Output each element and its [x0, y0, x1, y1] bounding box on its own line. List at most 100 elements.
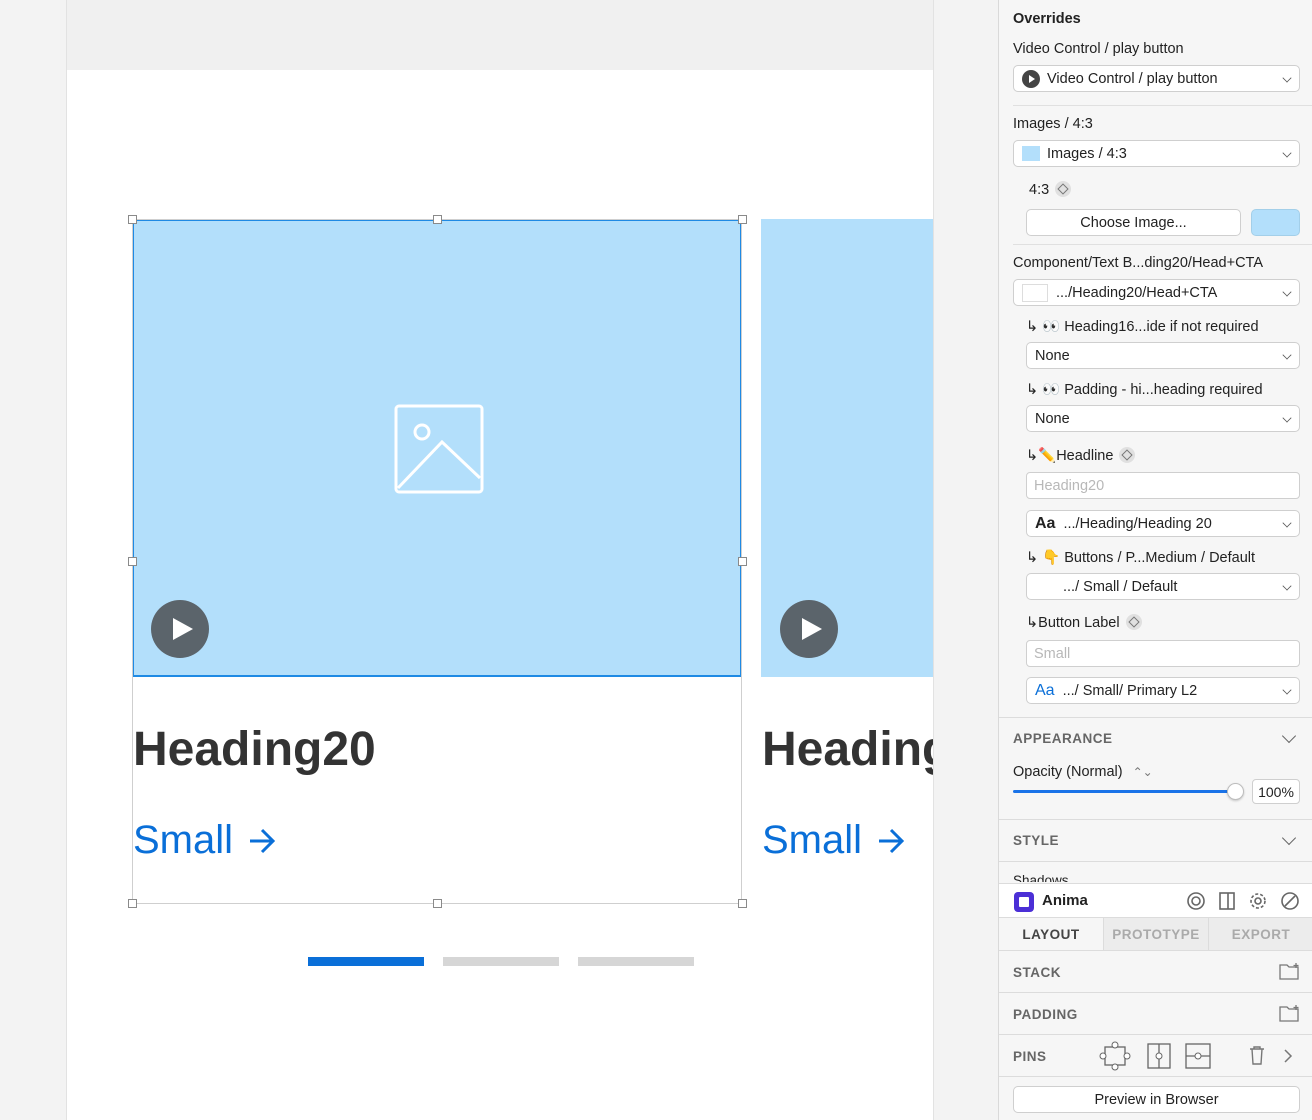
pin-vertical-icon[interactable] [1147, 1043, 1171, 1069]
play-button[interactable] [780, 600, 838, 658]
heading16-select[interactable]: None [1026, 342, 1300, 369]
headline-style-select[interactable]: Aa .../Heading/Heading 20 [1026, 510, 1300, 537]
chevron-right-icon[interactable] [1283, 1049, 1293, 1063]
card-cta-link[interactable]: Small [133, 818, 277, 863]
preview-in-browser-button[interactable]: Preview in Browser [1013, 1086, 1300, 1113]
resize-handle[interactable] [738, 899, 747, 908]
tab-layout[interactable]: LAYOUT [999, 918, 1103, 950]
padding-select[interactable]: None [1026, 405, 1300, 432]
style-header[interactable]: STYLE [1013, 833, 1059, 848]
select-value: .../ Small / Default [1063, 578, 1178, 595]
layers-icon [1119, 447, 1136, 464]
chevron-down-icon [1282, 685, 1292, 695]
arrow-right-icon [250, 828, 276, 853]
pin-horizontal-icon[interactable] [1185, 1043, 1211, 1069]
add-folder-icon[interactable] [1279, 1004, 1301, 1022]
resize-handle[interactable] [738, 215, 747, 224]
target-icon[interactable] [1186, 891, 1206, 911]
resize-handle[interactable] [433, 215, 442, 224]
video-control-select[interactable]: Video Control / play button [1013, 65, 1300, 92]
gear-icon[interactable] [1248, 891, 1268, 911]
cta-label: Small [762, 818, 863, 862]
chevron-down-icon [1282, 581, 1292, 591]
add-folder-icon[interactable] [1279, 962, 1301, 980]
opacity-label[interactable]: Opacity (Normal) ⌃⌄ [1013, 764, 1153, 780]
chevron-down-icon [1282, 148, 1292, 158]
appearance-header[interactable]: APPEARANCE [1013, 731, 1113, 746]
carousel-indicator-active[interactable] [308, 957, 424, 966]
stack-label: STACK [1013, 965, 1061, 980]
chevron-down-icon [1282, 413, 1292, 423]
image-swatch-icon [1022, 146, 1040, 161]
inspector-panel: Overrides Video Control / play button Vi… [998, 0, 1312, 1120]
pins-row: PINS [999, 1035, 1312, 1077]
anima-logo-icon [1014, 892, 1034, 912]
anima-tabs: LAYOUT PROTOTYPE EXPORT [999, 917, 1312, 951]
stack-row: STACK [999, 951, 1312, 993]
button-label-style-select[interactable]: Aa .../ Small/ Primary L2 [1026, 677, 1300, 704]
text-style-icon: Aa [1035, 681, 1055, 699]
play-icon [1022, 69, 1040, 88]
play-button[interactable] [151, 600, 209, 658]
buttons-label: ↳ 👇 Buttons / P...Medium / Default [1026, 550, 1256, 566]
anima-plugin-header: Anima [999, 883, 1312, 917]
artboard[interactable]: Heading20 Heading20 Small Small [66, 0, 934, 1120]
chevron-down-icon[interactable] [1281, 728, 1297, 744]
image-fill-swatch[interactable] [1251, 209, 1300, 236]
opacity-slider-track[interactable] [1013, 790, 1235, 793]
select-value: None [1035, 410, 1070, 427]
design-canvas[interactable]: Heading20 Heading20 Small Small [0, 0, 998, 1120]
card-cta-link[interactable]: Small [762, 818, 906, 863]
resize-handle[interactable] [128, 215, 137, 224]
arrow-right-icon [879, 828, 905, 853]
shadows-label: Shadows [1013, 873, 1069, 882]
ratio-text: 4:3 [1029, 182, 1050, 198]
buttons-select[interactable]: .../ Small / Default [1026, 573, 1300, 600]
disable-icon[interactable] [1280, 891, 1300, 911]
chevron-down-icon[interactable] [1281, 830, 1297, 846]
video-control-label: Video Control / play button [1013, 41, 1184, 57]
component-select[interactable]: .../Heading20/Head+CTA [1013, 279, 1300, 306]
opacity-slider-knob[interactable] [1227, 783, 1244, 800]
ratio-label: 4:3 [1029, 181, 1072, 198]
heading16-label: ↳ 👀 Heading16...ide if not required [1026, 319, 1259, 335]
button-thumbnail-icon [1035, 580, 1055, 593]
card-heading: Heading20 [762, 723, 933, 776]
tab-prototype[interactable]: PROTOTYPE [1103, 918, 1208, 950]
tab-export[interactable]: EXPORT [1208, 918, 1312, 950]
chevron-down-icon [1282, 287, 1292, 297]
resize-handle[interactable] [128, 899, 137, 908]
stepper-icon: ⌃⌄ [1132, 765, 1153, 779]
select-value: Images / 4:3 [1047, 145, 1127, 162]
button-label-row: ↳Button Label [1026, 614, 1142, 631]
component-label: Component/Text B...ding20/Head+CTA [1013, 255, 1263, 271]
select-value: .../Heading20/Head+CTA [1056, 284, 1218, 301]
pin-all-icon[interactable] [1099, 1041, 1131, 1071]
button-label-label: ↳Button Label [1026, 615, 1120, 631]
anima-title: Anima [1042, 892, 1088, 909]
button-label-input[interactable]: Small [1026, 640, 1300, 667]
select-value: Video Control / play button [1047, 70, 1218, 87]
overrides-title: Overrides [1013, 11, 1081, 27]
images-select[interactable]: Images / 4:3 [1013, 140, 1300, 167]
carousel-indicator[interactable] [578, 957, 694, 966]
pins-label: PINS [1013, 1049, 1047, 1064]
component-thumbnail-icon [1022, 283, 1048, 302]
carousel-indicator[interactable] [443, 957, 559, 966]
layers-icon [1055, 181, 1072, 198]
resize-handle[interactable] [433, 899, 442, 908]
resize-handle[interactable] [128, 557, 137, 566]
panel-layout-icon[interactable] [1217, 891, 1237, 911]
cta-label: Small [133, 818, 234, 862]
trash-icon[interactable] [1248, 1045, 1266, 1065]
padding-row: PADDING [999, 993, 1312, 1035]
resize-handle[interactable] [738, 557, 747, 566]
divider [999, 717, 1312, 718]
divider [1013, 105, 1312, 106]
opacity-input[interactable]: 100% [1252, 779, 1300, 804]
headline-input[interactable]: Heading20 [1026, 472, 1300, 499]
headline-label: ↳✏️Headline [1026, 448, 1114, 464]
choose-image-button[interactable]: Choose Image... [1026, 209, 1241, 236]
chevron-down-icon [1282, 73, 1292, 83]
divider [1013, 244, 1312, 245]
